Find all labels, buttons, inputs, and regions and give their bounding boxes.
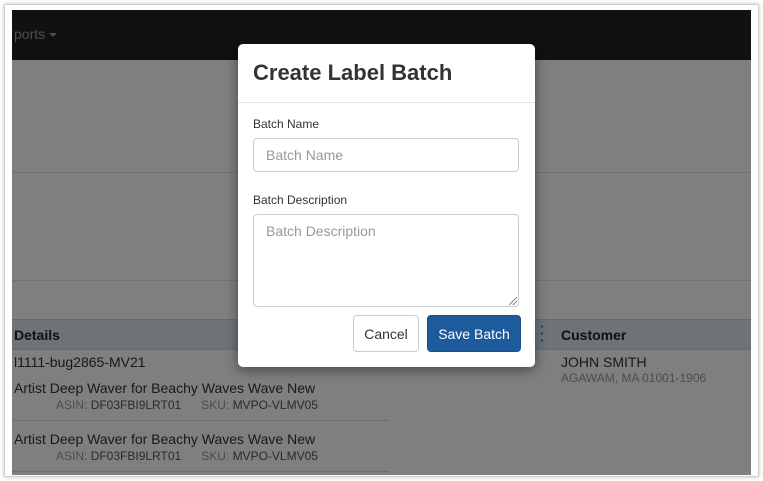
page-viewport: ports Details ··· Customer l1111-bug2865… — [12, 10, 751, 475]
batch-name-label: Batch Name — [253, 117, 320, 131]
batch-name-input[interactable] — [253, 138, 519, 172]
save-batch-button[interactable]: Save Batch — [427, 315, 521, 352]
textarea-resize-handle[interactable] — [509, 297, 517, 305]
create-label-batch-modal: Create Label Batch Batch Name Batch Desc… — [238, 44, 535, 367]
batch-description-input[interactable] — [253, 214, 519, 307]
modal-header-divider — [238, 102, 535, 103]
batch-description-label: Batch Description — [253, 193, 348, 207]
modal-title: Create Label Batch — [253, 60, 453, 85]
cancel-button[interactable]: Cancel — [353, 315, 419, 352]
window-frame: ports Details ··· Customer l1111-bug2865… — [4, 4, 759, 477]
